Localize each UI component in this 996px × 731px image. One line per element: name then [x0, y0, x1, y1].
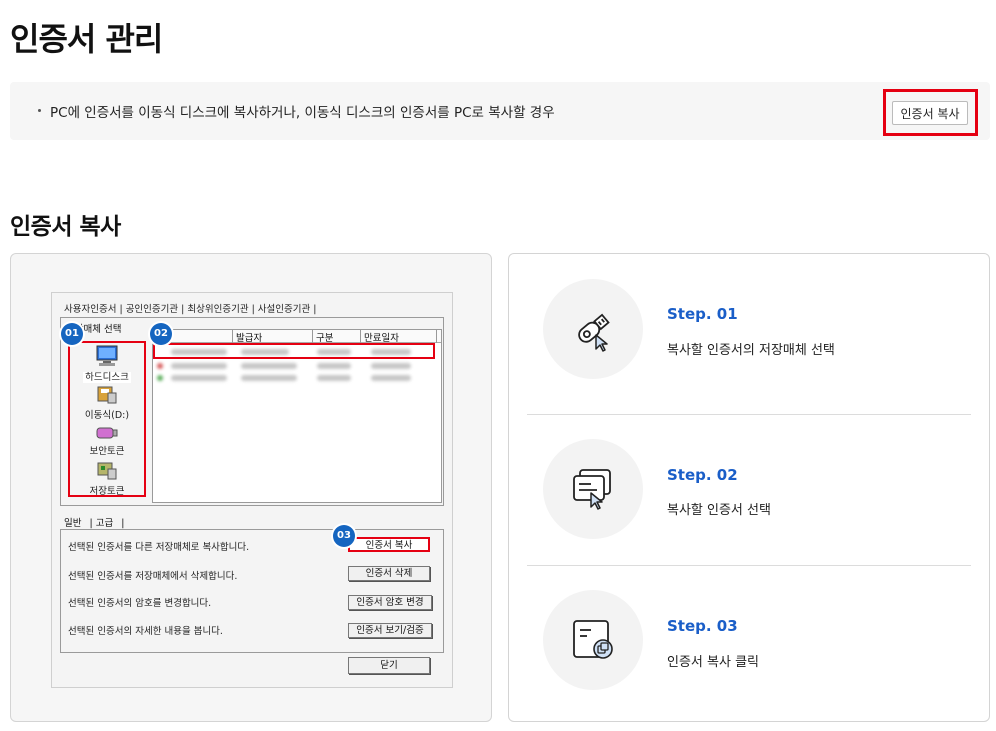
certificate-copy-button[interactable]: 인증서 복사 — [892, 101, 968, 125]
sub-tabs: 일반 | 고급 | — [64, 518, 125, 530]
steps-panel: Step. 01 복사할 인증서의 저장매체 선택 Step. 02 복사할 인… — [508, 253, 990, 722]
dialog-close-button[interactable]: 닫기 — [348, 657, 430, 674]
store-storage-token[interactable]: 저장토큰 — [68, 461, 146, 497]
step-3-desc: 인증서 복사 클릭 — [667, 655, 759, 670]
info-text: PC에 인증서를 이동식 디스크에 복사하거나, 이동식 디스크의 인증서를 P… — [38, 101, 555, 121]
store-security-token-label: 보안토큰 — [89, 446, 125, 457]
step-1-icon-circle — [543, 279, 643, 379]
dialog-password-button[interactable]: 인증서 암호 변경 — [348, 595, 432, 610]
certificate-list: 대상 발급자 구분 만료일자 — [152, 329, 442, 503]
tab-public-ca[interactable]: 공인인증기관 — [126, 304, 178, 315]
dialog-delete-button[interactable]: 인증서 삭제 — [348, 566, 430, 581]
step-1-desc: 복사할 인증서의 저장매체 선택 — [667, 343, 835, 358]
store-security-token[interactable]: 보안토큰 — [68, 425, 146, 457]
tab-root-ca[interactable]: 최상위인증기관 — [187, 304, 248, 315]
step-3-icon-circle — [543, 590, 643, 690]
tab-private-ca[interactable]: 사설인증기관 — [258, 304, 310, 315]
storage-token-icon — [97, 462, 117, 480]
step-2-desc: 복사할 인증서 선택 — [667, 503, 771, 518]
info-description: PC에 인증서를 이동식 디스크에 복사하거나, 이동식 디스크의 인증서를 P… — [50, 105, 555, 121]
copy-button-icon — [573, 620, 613, 659]
step-1-label: Step. 01 — [667, 305, 738, 323]
col-type[interactable]: 구분 — [313, 330, 361, 344]
highlight-frame: 인증서 복사 — [883, 89, 978, 136]
action-delete-desc: 선택된 인증서를 저장매체에서 삭제합니다. — [68, 571, 238, 582]
list-row[interactable] — [157, 372, 437, 383]
badge-03: 03 — [333, 525, 355, 547]
removable-disk-icon — [97, 386, 117, 404]
tab-user-cert[interactable]: 사용자인증서 — [64, 304, 116, 315]
step-1: Step. 01 복사할 인증서의 저장매체 선택 — [509, 254, 989, 404]
store-harddisk-label: 하드디스크 — [83, 372, 131, 383]
action-view-desc: 선택된 인증서의 자세한 내용을 봅니다. — [68, 626, 223, 637]
col-expiry[interactable]: 만료일자 — [361, 330, 437, 344]
certificate-list-icon — [573, 469, 611, 510]
step-3-label: Step. 03 — [667, 617, 738, 635]
tab-advanced[interactable]: 고급 — [96, 518, 113, 529]
selected-row-highlight — [153, 343, 435, 359]
action-copy-desc: 선택된 인증서를 다른 저장매체로 복사합니다. — [68, 542, 250, 553]
info-box: PC에 인증서를 이동식 디스크에 복사하거나, 이동식 디스크의 인증서를 P… — [10, 82, 990, 140]
page-title: 인증서 관리 — [10, 20, 163, 58]
badge-02: 02 — [150, 323, 172, 345]
action-password-desc: 선택된 인증서의 암호를 변경합니다. — [68, 598, 212, 609]
list-row[interactable] — [157, 360, 437, 371]
monitor-icon — [96, 345, 118, 366]
step-3: Step. 03 인증서 복사 클릭 — [509, 565, 989, 715]
security-token-icon — [96, 427, 118, 439]
section-title: 인증서 복사 — [10, 214, 121, 240]
col-issuer[interactable]: 발급자 — [233, 330, 313, 344]
list-header: 대상 발급자 구분 만료일자 — [153, 330, 441, 344]
store-removable-label: 이동식(D:) — [84, 410, 130, 421]
store-harddisk[interactable]: 하드디스크 — [68, 345, 146, 383]
dialog-copy-button[interactable]: 인증서 복사 — [348, 537, 430, 552]
dialog-view-button[interactable]: 인증서 보기/검증 — [348, 623, 432, 638]
store-storage-token-label: 저장토큰 — [89, 486, 125, 497]
step-2-label: Step. 02 — [667, 466, 738, 484]
step-2-icon-circle — [543, 439, 643, 539]
step-2: Step. 02 복사할 인증서 선택 — [509, 414, 989, 564]
bullet-dot — [38, 108, 41, 112]
certificate-manager-dialog: 사용자인증서 | 공인인증기관 | 최상위인증기관 | 사설인증기관 | 저장매체 선택… — [51, 292, 453, 688]
dialog-illustration-panel: 사용자인증서 | 공인인증기관 | 최상위인증기관 | 사설인증기관 | 저장매체 선택… — [10, 253, 492, 722]
dialog-tabs: 사용자인증서 | 공인인증기관 | 최상위인증기관 | 사설인증기관 | — [64, 304, 317, 315]
badge-01: 01 — [61, 323, 83, 345]
store-removable[interactable]: 이동식(D:) — [68, 385, 146, 421]
usb-drive-icon — [578, 313, 610, 352]
